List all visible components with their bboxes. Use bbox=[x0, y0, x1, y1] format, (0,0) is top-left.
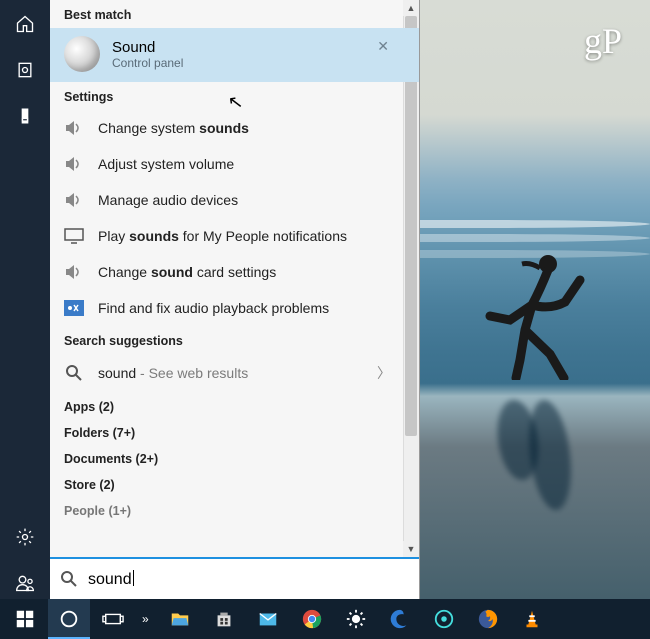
rail-device-icon[interactable] bbox=[9, 100, 41, 132]
taskbar-vlc[interactable] bbox=[511, 599, 553, 639]
settings-result[interactable]: Play sounds for My People notifications bbox=[50, 218, 419, 254]
chevron-right-icon: 〉 bbox=[377, 363, 391, 383]
settings-result[interactable]: Adjust system volume bbox=[50, 146, 419, 182]
suggestions-header: Search suggestions bbox=[50, 326, 419, 354]
settings-result[interactable]: Change sound card settings bbox=[50, 254, 419, 290]
close-icon[interactable]: ✕ bbox=[377, 38, 389, 55]
wallpaper-figure bbox=[470, 250, 590, 380]
settings-result[interactable]: Change system sounds bbox=[50, 110, 419, 146]
start-button[interactable] bbox=[4, 599, 46, 639]
settings-result[interactable]: Find and fix audio playback problems bbox=[50, 290, 419, 326]
taskbar: » bbox=[0, 599, 650, 639]
rail-recent-icon[interactable] bbox=[9, 54, 41, 86]
speaker-icon bbox=[64, 263, 84, 281]
speaker-icon bbox=[64, 191, 84, 209]
category-apps[interactable]: Apps (2) bbox=[50, 392, 419, 418]
web-suggestion[interactable]: sound - See web results 〉 bbox=[50, 354, 419, 392]
rail-home-icon[interactable] bbox=[9, 8, 41, 40]
best-match-result[interactable]: Sound Control panel ✕ bbox=[50, 28, 419, 82]
search-bar[interactable]: sound bbox=[50, 557, 419, 599]
taskbar-store[interactable] bbox=[203, 599, 245, 639]
best-match-subtitle: Control panel bbox=[112, 56, 183, 70]
taskbar-brightness[interactable] bbox=[335, 599, 377, 639]
taskbar-app-circle[interactable] bbox=[423, 599, 465, 639]
settings-header: Settings bbox=[50, 82, 419, 110]
taskbar-edge[interactable] bbox=[379, 599, 421, 639]
search-icon bbox=[60, 570, 78, 588]
taskview-button[interactable] bbox=[92, 599, 134, 639]
speaker-icon bbox=[64, 155, 84, 173]
monitor-icon bbox=[64, 227, 84, 245]
start-rail bbox=[0, 0, 50, 599]
rail-user-icon[interactable] bbox=[9, 567, 41, 599]
rail-settings-icon[interactable] bbox=[9, 521, 41, 553]
scrollbar[interactable]: ▲ ▼ bbox=[403, 0, 419, 557]
troubleshoot-icon bbox=[64, 299, 84, 317]
watermark: gP bbox=[584, 20, 622, 62]
category-documents[interactable]: Documents (2+) bbox=[50, 444, 419, 470]
best-match-header: Best match bbox=[50, 0, 419, 28]
category-store[interactable]: Store (2) bbox=[50, 470, 419, 496]
sound-icon bbox=[64, 36, 100, 72]
taskbar-firefox[interactable] bbox=[467, 599, 509, 639]
speaker-icon bbox=[64, 119, 84, 137]
taskbar-mail[interactable] bbox=[247, 599, 289, 639]
category-folders[interactable]: Folders (7+) bbox=[50, 418, 419, 444]
cortana-button[interactable] bbox=[48, 599, 90, 639]
taskbar-chrome[interactable] bbox=[291, 599, 333, 639]
settings-result[interactable]: Manage audio devices bbox=[50, 182, 419, 218]
taskbar-overflow[interactable]: » bbox=[136, 612, 157, 626]
category-people[interactable]: People (1+) bbox=[50, 496, 419, 522]
search-panel: ▲ ▼ Best match Sound Control panel ✕ ↖ S… bbox=[50, 0, 420, 599]
best-match-title: Sound bbox=[112, 39, 183, 56]
search-input[interactable]: sound bbox=[88, 570, 134, 589]
scroll-down-button[interactable]: ▼ bbox=[403, 541, 419, 557]
scroll-up-button[interactable]: ▲ bbox=[403, 0, 419, 16]
taskbar-explorer[interactable] bbox=[159, 599, 201, 639]
search-icon bbox=[64, 364, 84, 382]
